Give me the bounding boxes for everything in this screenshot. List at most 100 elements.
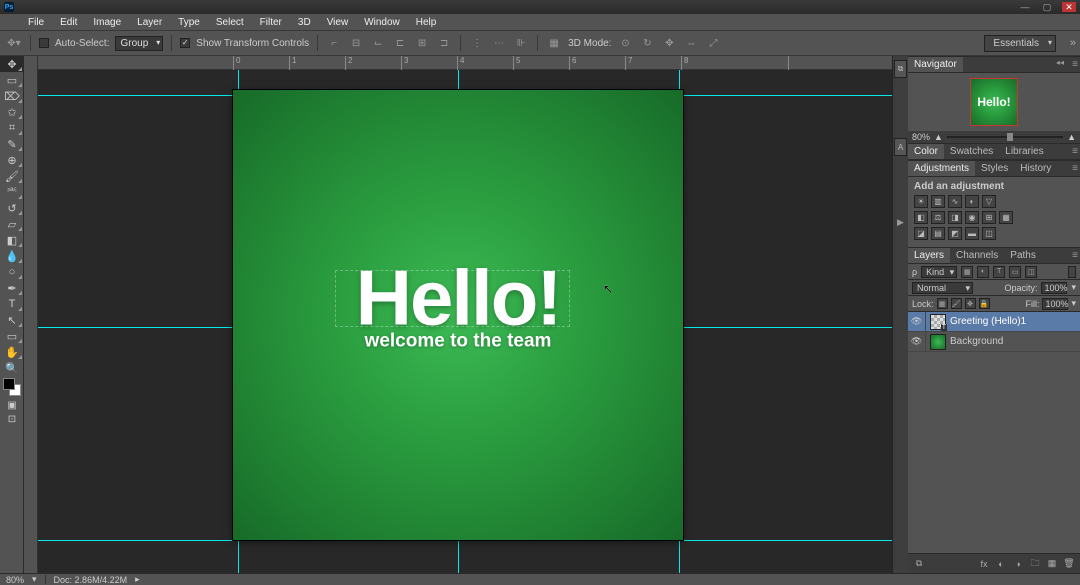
3d-roll-icon[interactable]: ↻ — [639, 35, 655, 51]
path-select-tool[interactable]: ↖ — [0, 312, 24, 328]
curves-icon[interactable]: ∿ — [948, 195, 962, 208]
selective-color-icon[interactable]: ◫ — [982, 227, 996, 240]
status-zoom-icon[interactable]: ▾ — [32, 574, 37, 585]
transform-bounds[interactable] — [335, 270, 570, 327]
navigator-thumbnail[interactable]: Hello! — [970, 78, 1018, 126]
color-swatch[interactable] — [3, 378, 21, 396]
blend-mode-select[interactable]: Normal — [912, 282, 973, 294]
layer-thumbnail[interactable] — [930, 314, 946, 330]
posterize-icon[interactable]: ▤ — [931, 227, 945, 240]
new-layer-icon[interactable]: ▦ — [1045, 557, 1059, 571]
hand-tool[interactable]: ✋ — [0, 344, 24, 360]
status-zoom[interactable]: 80% — [6, 575, 24, 585]
swatches-tab[interactable]: Swatches — [944, 144, 999, 159]
history-tab[interactable]: History — [1014, 161, 1057, 176]
libraries-tab[interactable]: Libraries — [999, 144, 1049, 159]
filter-shape-icon[interactable]: ▭ — [1009, 266, 1021, 278]
align-hcenter-icon[interactable]: ⊞ — [414, 35, 430, 51]
visibility-toggle[interactable]: 👁 — [908, 332, 926, 351]
menu-view[interactable]: View — [319, 16, 357, 29]
healing-tool[interactable]: ⊕ — [0, 152, 24, 168]
filter-kind-select[interactable]: Kind — [921, 266, 957, 278]
layers-tab[interactable]: Layers — [908, 248, 950, 263]
foreground-color[interactable] — [3, 378, 15, 390]
3d-slide-icon[interactable]: ⇔ — [683, 35, 699, 51]
fill-adj-icon[interactable]: ◑ — [1011, 557, 1025, 571]
zoom-slider[interactable] — [947, 136, 1063, 138]
brightness-icon[interactable]: ☀ — [914, 195, 928, 208]
adjustments-tab[interactable]: Adjustments — [908, 161, 975, 176]
navigator-tab[interactable]: Navigator — [908, 57, 963, 72]
panel-menu-icon[interactable]: ≡ — [1072, 163, 1078, 174]
minimize-button[interactable]: — — [1018, 2, 1032, 12]
screen-mode-button[interactable]: ⊡ — [0, 412, 24, 426]
show-transform-checkbox[interactable] — [180, 38, 190, 48]
layer-name[interactable]: Greeting (Hello)1 — [950, 316, 1026, 327]
collapse-panel-icon[interactable]: ◂◂ — [1056, 58, 1064, 67]
mask-icon[interactable]: ◐ — [994, 557, 1008, 571]
filter-type-icon[interactable]: T — [993, 266, 1005, 278]
quick-mask-button[interactable]: ▣ — [0, 398, 24, 412]
trash-icon[interactable]: 🗑 — [1062, 557, 1076, 571]
menu-edit[interactable]: Edit — [52, 16, 85, 29]
more-workspaces-icon[interactable]: » — [1070, 37, 1076, 49]
layer-thumbnail[interactable] — [930, 334, 946, 350]
auto-select-dropdown[interactable]: Group — [115, 36, 163, 51]
bw-icon[interactable]: ◨ — [948, 211, 962, 224]
opacity-field[interactable]: 100% — [1041, 282, 1067, 294]
fill-field[interactable]: 100% — [1042, 298, 1068, 310]
zoom-tool[interactable]: 🔍 — [0, 360, 24, 376]
menu-image[interactable]: Image — [85, 16, 129, 29]
eraser-tool[interactable]: ▱ — [0, 216, 24, 232]
paths-tab[interactable]: Paths — [1004, 248, 1042, 263]
panel-menu-icon[interactable]: ≡ — [1072, 59, 1078, 70]
close-button[interactable]: ✕ — [1062, 2, 1076, 12]
invert-icon[interactable]: ◪ — [914, 227, 928, 240]
history-brush-tool[interactable]: ↺ — [0, 200, 24, 216]
styles-tab[interactable]: Styles — [975, 161, 1014, 176]
channels-tab[interactable]: Channels — [950, 248, 1004, 263]
align-left-icon[interactable]: ⊏ — [392, 35, 408, 51]
link-icon[interactable]: ⧉ — [912, 557, 926, 571]
filter-pixel-icon[interactable]: ▦ — [961, 266, 973, 278]
fill-dropdown-icon[interactable]: ▾ — [1071, 298, 1076, 309]
pen-tool[interactable]: ✒ — [0, 280, 24, 296]
filter-toggle[interactable] — [1068, 266, 1076, 278]
zoom-slider-thumb[interactable] — [1007, 133, 1013, 141]
workspace-selector[interactable]: Essentials — [984, 35, 1056, 52]
color-lookup-icon[interactable]: ▦ — [999, 211, 1013, 224]
gradient-map-icon[interactable]: ▬ — [965, 227, 979, 240]
blur-tool[interactable]: 💧 — [0, 248, 24, 264]
move-tool[interactable]: ✥ — [0, 56, 24, 72]
distribute-v-icon[interactable]: ⋯ — [491, 35, 507, 51]
lock-pixels-icon[interactable]: 🖌 — [951, 298, 962, 309]
brush-tool[interactable]: 🖌 — [0, 168, 24, 184]
filter-adjust-icon[interactable]: ◐ — [977, 266, 989, 278]
fx-icon[interactable]: fx — [977, 557, 991, 571]
align-bottom-icon[interactable]: ⌙ — [370, 35, 386, 51]
wand-tool[interactable]: ✩ — [0, 104, 24, 120]
type-tool[interactable]: T — [0, 296, 24, 312]
layer-row[interactable]: 👁 Background — [908, 332, 1080, 352]
menu-select[interactable]: Select — [208, 16, 252, 29]
marquee-tool[interactable]: ▭ — [0, 72, 24, 88]
channel-mixer-icon[interactable]: ⊞ — [982, 211, 996, 224]
character-panel-icon[interactable]: A — [894, 138, 907, 156]
color-balance-icon[interactable]: ⚖ — [931, 211, 945, 224]
lock-position-icon[interactable]: ✥ — [965, 298, 976, 309]
3d-icon[interactable]: ▦ — [546, 35, 562, 51]
shape-tool[interactable]: ▭ — [0, 328, 24, 344]
distribute-h-icon[interactable]: ⋮ — [469, 35, 485, 51]
stamp-tool[interactable]: ⎃ — [0, 184, 24, 200]
guide[interactable] — [38, 540, 892, 541]
dodge-tool[interactable]: ○ — [0, 264, 24, 280]
distribute-icon[interactable]: ⊪ — [513, 35, 529, 51]
menu-type[interactable]: Type — [170, 16, 208, 29]
hue-icon[interactable]: ◧ — [914, 211, 928, 224]
horizontal-ruler[interactable]: 0 1 2 3 4 5 6 7 8 — [38, 56, 892, 70]
gradient-tool[interactable]: ◧ — [0, 232, 24, 248]
expand-panel-icon[interactable]: ▶ — [895, 216, 907, 228]
align-right-icon[interactable]: ⊐ — [436, 35, 452, 51]
3d-scale-icon[interactable]: ⤢ — [705, 35, 721, 51]
color-tab[interactable]: Color — [908, 144, 944, 159]
